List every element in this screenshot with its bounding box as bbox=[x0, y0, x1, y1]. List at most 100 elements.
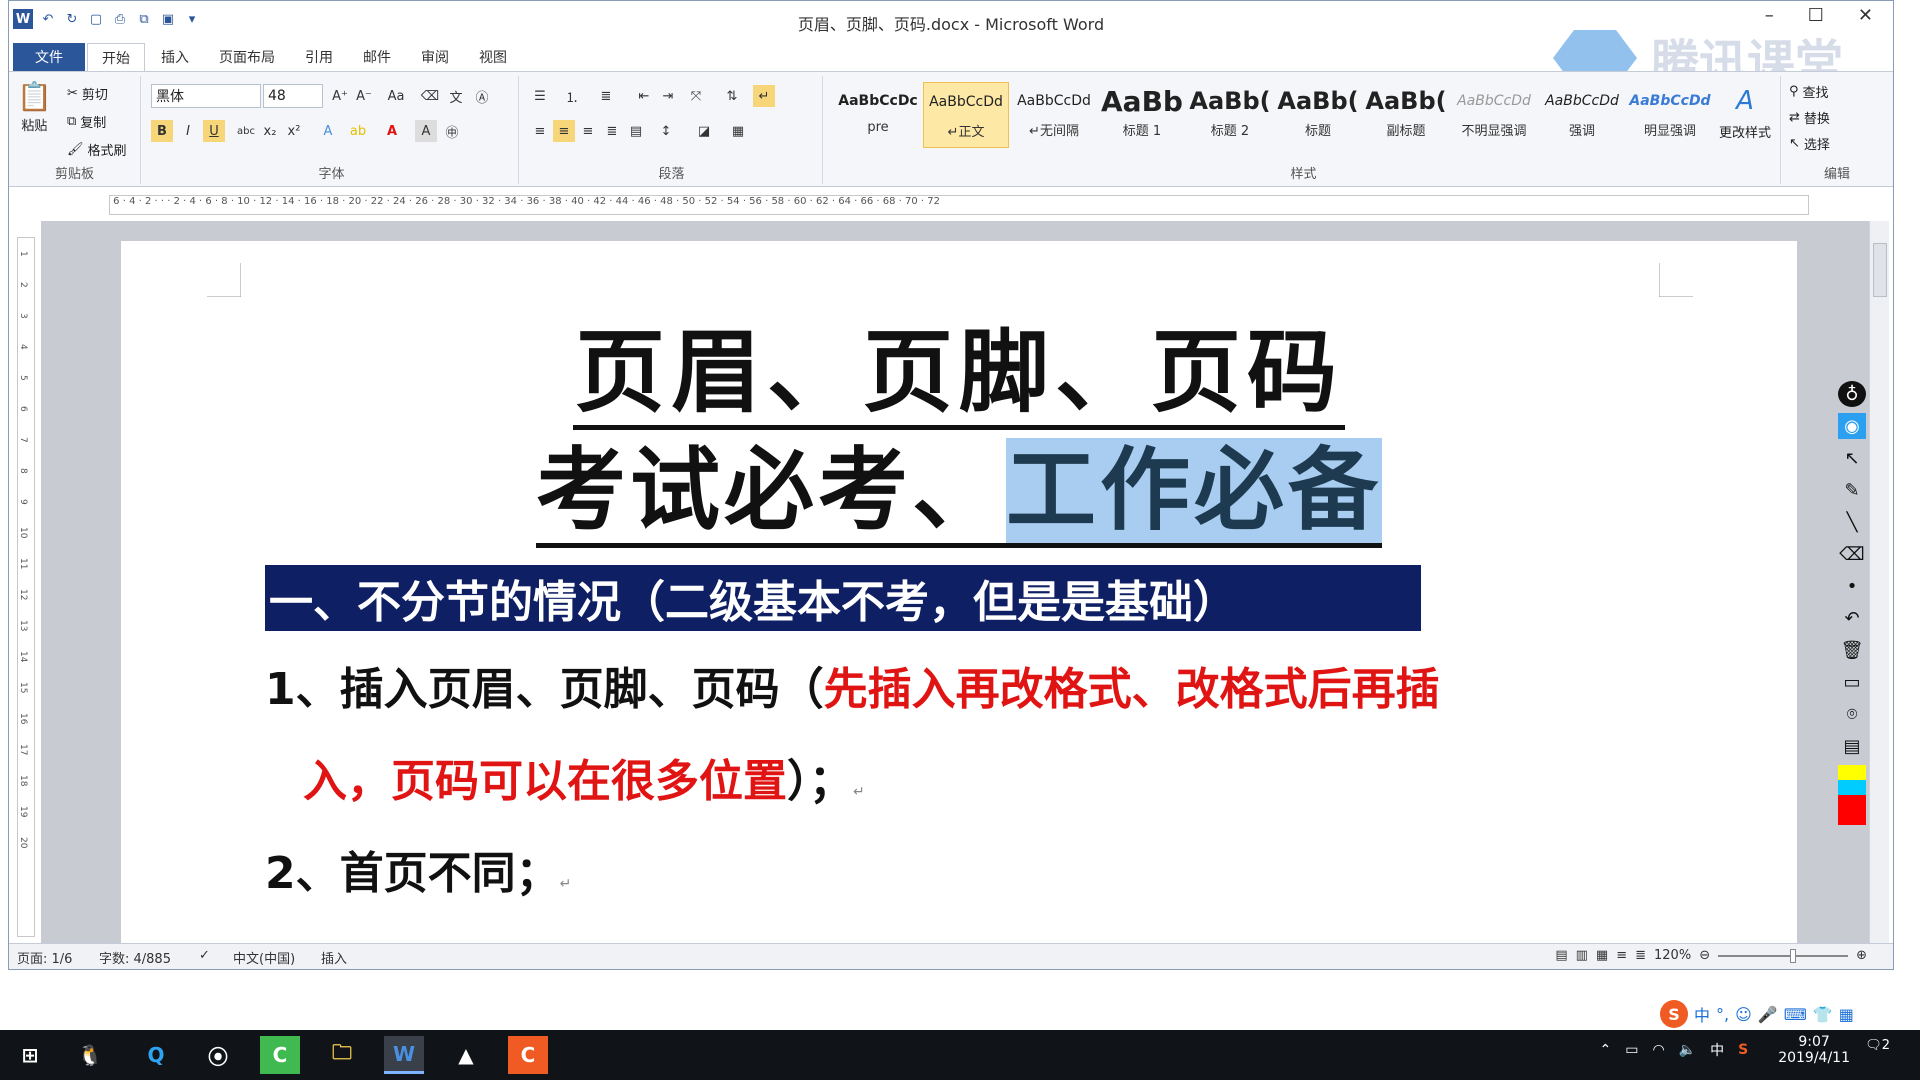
change-case-icon[interactable]: Aa bbox=[385, 85, 407, 107]
style-heading-1[interactable]: AaBb 标题 1 bbox=[1099, 82, 1185, 148]
taskbar-camtasia-icon[interactable]: C bbox=[260, 1036, 300, 1074]
insert-mode[interactable]: 插入 bbox=[321, 948, 347, 967]
skin-icon[interactable]: 👕 bbox=[1813, 1005, 1833, 1024]
tab-mailings[interactable]: 邮件 bbox=[349, 43, 405, 71]
board-icon[interactable]: ▭ bbox=[1838, 669, 1866, 695]
style-subtitle[interactable]: AaBb(副标题 bbox=[1363, 82, 1449, 148]
italic-icon[interactable]: I bbox=[177, 120, 199, 142]
shrink-font-icon[interactable]: A⁻ bbox=[353, 85, 375, 107]
document-page[interactable]: 页眉、页脚、页码 考试必考、工作必备 一、不分节的情况（二级基本不考，但是是基础… bbox=[121, 241, 1797, 961]
chinese-layout-icon[interactable]: ⤧ bbox=[685, 85, 707, 107]
zoom-slider-thumb[interactable] bbox=[1790, 948, 1797, 963]
zoom-out-icon[interactable]: ⊖ bbox=[1699, 948, 1710, 963]
taskbar-qq-icon[interactable]: 🐧 bbox=[70, 1036, 110, 1074]
style-pre[interactable]: AaBbCcDc pre bbox=[835, 82, 921, 148]
zoom-in-icon[interactable]: ⊕ bbox=[1856, 948, 1867, 963]
ime-menu-icon[interactable]: ▦ bbox=[1839, 1005, 1854, 1024]
horizontal-ruler[interactable]: 6 · 4 · 2 · · · 2 · 4 · 6 · 8 · 10 · 12 … bbox=[109, 195, 1809, 215]
undo-annotation-icon[interactable]: ↶ bbox=[1838, 605, 1866, 631]
full-screen-reading-icon[interactable]: ▥ bbox=[1576, 948, 1588, 963]
trash-icon[interactable]: 🗑 bbox=[1838, 637, 1866, 663]
notification-center[interactable]: 🗨2 bbox=[1865, 1036, 1890, 1055]
clock-block[interactable]: 9:07 2019/4/11 bbox=[1778, 1034, 1850, 1066]
language[interactable]: 中文(中国) bbox=[233, 948, 295, 967]
replace-button[interactable]: ⇄ 替换 bbox=[1789, 108, 1830, 127]
tab-file[interactable]: 文件 bbox=[13, 43, 85, 71]
copy-button[interactable]: ⧉ 复制 bbox=[67, 112, 106, 131]
phonetic-guide-icon[interactable]: 文 bbox=[445, 85, 467, 107]
multilevel-list-icon[interactable]: ≣ bbox=[595, 85, 617, 107]
show-marks-icon[interactable]: ↵ bbox=[753, 85, 775, 107]
align-right-icon[interactable]: ≡ bbox=[577, 120, 599, 142]
strikethrough-icon[interactable]: abc bbox=[235, 120, 257, 142]
taskbar-browser-icon[interactable]: Q bbox=[136, 1036, 176, 1074]
font-size-combo[interactable]: 48 bbox=[263, 84, 323, 108]
tab-insert[interactable]: 插入 bbox=[147, 43, 203, 71]
color-swatch[interactable] bbox=[1838, 765, 1866, 825]
select-button[interactable]: ↖ 选择 bbox=[1789, 134, 1830, 153]
style-intense-emphasis[interactable]: AaBbCcDd 明显强调 bbox=[1627, 82, 1713, 148]
network-icon[interactable]: ◠ bbox=[1652, 1042, 1664, 1058]
list-item-1[interactable]: 1、插入页眉、页脚、页码（先插入再改格式、改格式后再插 bbox=[265, 653, 1440, 717]
microphone-icon[interactable]: 🎤 bbox=[1758, 1005, 1778, 1024]
keyboard-icon[interactable]: ⌨ bbox=[1784, 1005, 1807, 1024]
ime-punct[interactable]: °, bbox=[1716, 1005, 1729, 1024]
cursor-icon[interactable]: ↖ bbox=[1838, 445, 1866, 471]
borders-icon[interactable]: ▦ bbox=[727, 120, 749, 142]
pen-logo-icon[interactable]: ♁ bbox=[1838, 381, 1866, 407]
section-heading[interactable]: 一、不分节的情况（二级基本不考，但是是基础） bbox=[265, 565, 1421, 631]
eraser-icon[interactable]: ⌫ bbox=[1838, 541, 1866, 567]
tab-references[interactable]: 引用 bbox=[291, 43, 347, 71]
decrease-indent-icon[interactable]: ⇤ bbox=[633, 85, 655, 107]
style-normal[interactable]: AaBbCcDd ↵正文 bbox=[923, 82, 1009, 148]
line-spacing-icon[interactable]: ↕ bbox=[655, 120, 677, 142]
battery-icon[interactable]: ▭ bbox=[1625, 1042, 1638, 1058]
tab-view[interactable]: 视图 bbox=[465, 43, 521, 71]
start-button-icon[interactable]: ⊞ bbox=[10, 1036, 50, 1074]
style-emphasis[interactable]: AaBbCcDd 强调 bbox=[1539, 82, 1625, 148]
clipboard-icon[interactable]: ▤ bbox=[1838, 733, 1866, 759]
list-item-1-continued[interactable]: 入，页码可以在很多位置）；↵ bbox=[303, 745, 865, 809]
line-icon[interactable]: ╲ bbox=[1838, 509, 1866, 535]
print-layout-icon[interactable]: ▤ bbox=[1555, 948, 1567, 963]
font-color-icon[interactable]: A bbox=[381, 120, 403, 142]
taskbar-photos-icon[interactable]: ▲ bbox=[446, 1036, 486, 1074]
style-heading-2[interactable]: AaBb(标题 2 bbox=[1187, 82, 1273, 148]
taskbar-pen-app-icon[interactable]: ⦿ bbox=[198, 1036, 238, 1074]
draft-icon[interactable]: ≣ bbox=[1635, 948, 1646, 963]
close-button[interactable]: ✕ bbox=[1858, 5, 1873, 26]
scroll-thumb[interactable] bbox=[1873, 243, 1887, 297]
subscript-icon[interactable]: x₂ bbox=[259, 120, 281, 142]
align-left-icon[interactable]: ≡ bbox=[529, 120, 551, 142]
text-effects-icon[interactable]: A bbox=[317, 120, 339, 142]
change-styles-button[interactable]: A 更改样式 bbox=[1719, 86, 1771, 141]
superscript-icon[interactable]: x² bbox=[283, 120, 305, 142]
tray-sogou-icon[interactable]: S bbox=[1738, 1042, 1748, 1058]
find-button[interactable]: ⚲ 查找 bbox=[1789, 82, 1829, 101]
align-center-icon[interactable]: ≡ bbox=[553, 120, 575, 142]
highlight-icon[interactable]: ab bbox=[347, 120, 369, 142]
increase-indent-icon[interactable]: ⇥ bbox=[657, 85, 679, 107]
tray-ime[interactable]: 中 bbox=[1710, 1040, 1724, 1060]
char-shading-icon[interactable]: A bbox=[415, 120, 437, 142]
sogou-icon[interactable]: S bbox=[1660, 1000, 1688, 1028]
title-line-1[interactable]: 页眉、页脚、页码 bbox=[121, 299, 1797, 430]
camera-icon[interactable]: ⌾ bbox=[1838, 701, 1866, 727]
volume-icon[interactable]: 🔈 bbox=[1679, 1042, 1696, 1058]
taskbar-recorder-icon[interactable]: C bbox=[508, 1036, 548, 1074]
web-layout-icon[interactable]: ▦ bbox=[1596, 948, 1608, 963]
enclose-char-icon[interactable]: ㊥ bbox=[441, 120, 463, 142]
shading-icon[interactable]: ◪ bbox=[693, 120, 715, 142]
paste-button[interactable]: 📋 粘贴 bbox=[17, 80, 52, 134]
zoom-slider[interactable] bbox=[1718, 948, 1849, 963]
word-count[interactable]: 字数: 4/885 bbox=[99, 948, 171, 967]
taskbar-explorer-icon[interactable]: 🗀 bbox=[322, 1036, 362, 1074]
justify-icon[interactable]: ≣ bbox=[601, 120, 623, 142]
emoji-icon[interactable]: ☺ bbox=[1735, 1005, 1752, 1024]
tab-page-layout[interactable]: 页面布局 bbox=[205, 43, 289, 71]
clear-format-icon[interactable]: ⌫ bbox=[419, 85, 441, 107]
vertical-scrollbar[interactable] bbox=[1869, 221, 1889, 943]
ime-mode[interactable]: 中 bbox=[1694, 1002, 1710, 1026]
tray-expand-icon[interactable]: ⌃ bbox=[1599, 1042, 1611, 1058]
eye-icon[interactable]: ◉ bbox=[1838, 413, 1866, 439]
